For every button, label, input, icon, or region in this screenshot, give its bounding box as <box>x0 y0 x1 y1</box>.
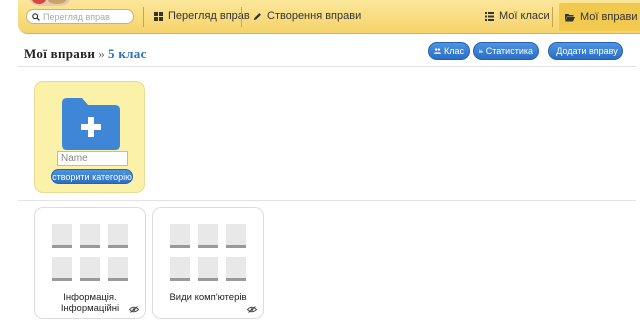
exercise-card[interactable]: Види комп'ютерів <box>152 207 264 319</box>
pencil-icon <box>253 12 261 20</box>
exercise-thumbnail <box>170 224 248 282</box>
grid-icon <box>154 11 163 21</box>
nav-classes-label: Мої класи <box>499 10 550 22</box>
class-button[interactable]: Клас <box>428 42 470 60</box>
nav-browse-exercises[interactable]: Перегляд вправ <box>154 10 250 22</box>
exercise-thumbnail <box>52 224 130 282</box>
nav-create-label: Створення вправи <box>267 10 362 22</box>
nav-my-exercises[interactable]: Мої вправи <box>559 3 640 31</box>
header-divider <box>18 66 636 67</box>
class-button-label: Клас <box>444 46 464 56</box>
breadcrumb-class[interactable]: 5 клас <box>108 46 147 61</box>
new-category-tile: створити категорію <box>34 81 145 193</box>
nav-divider <box>552 7 553 27</box>
create-category-label: створити категорію <box>52 171 132 182</box>
add-exercise-button[interactable]: Додати вправу <box>548 42 623 60</box>
category-name-input[interactable] <box>57 151 128 166</box>
exercise-title: Інформація. Інформаційні <box>60 292 120 314</box>
nav-my-classes[interactable]: Мої класи <box>485 10 550 22</box>
page-title-text: Мої вправи <box>24 46 96 61</box>
eye-slash-icon[interactable] <box>247 306 257 313</box>
create-category-button[interactable]: створити категорію <box>51 169 133 184</box>
folder-open-icon <box>565 13 575 21</box>
nav-divider <box>241 7 242 27</box>
section-divider <box>18 200 636 201</box>
list-icon <box>485 11 494 21</box>
nav-browse-label: Перегляд вправ <box>168 10 250 22</box>
users-icon <box>434 48 441 54</box>
search-icon <box>32 12 40 21</box>
eye-slash-icon[interactable] <box>129 306 139 313</box>
exercise-title: Види комп'ютерів <box>169 292 247 303</box>
add-exercise-label: Додати вправу <box>556 46 618 56</box>
nav-divider <box>143 7 144 27</box>
nav-create-exercise[interactable]: Створення вправи <box>253 10 361 22</box>
exercise-card[interactable]: Інформація. Інформаційні <box>34 207 146 319</box>
search-box[interactable] <box>26 9 134 24</box>
folder-plus-icon[interactable] <box>62 98 120 150</box>
statistics-button-label: Статистика <box>485 46 533 56</box>
nav-exercises-label: Мої вправи <box>580 11 638 23</box>
statistics-button[interactable]: Статистика <box>473 42 539 60</box>
search-input[interactable] <box>43 11 133 22</box>
bar-chart-icon <box>479 49 483 53</box>
page-title: Мої вправи» 5 клас <box>24 46 147 62</box>
breadcrumb-separator: » <box>98 46 106 61</box>
